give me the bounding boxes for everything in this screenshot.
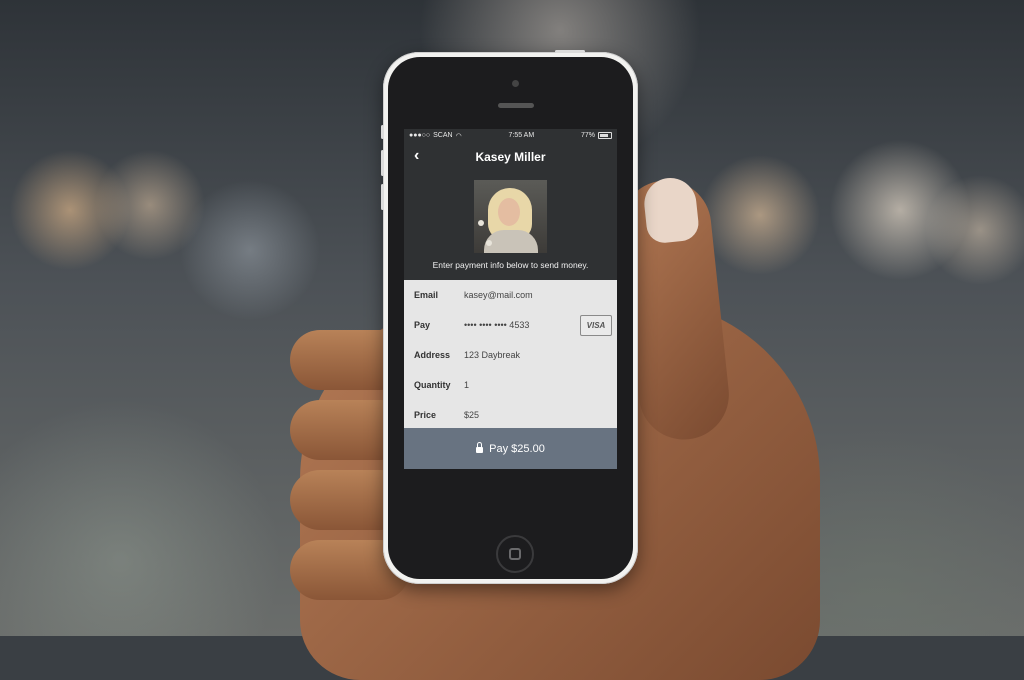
volume-up-button[interactable] <box>381 150 384 176</box>
status-time: 7:55 AM <box>508 132 535 139</box>
app-screen: ●●●○○ SCAN ◠ 7:55 AM 77% ‹ Kasey Miller … <box>404 129 617 469</box>
field-label: Quantity <box>414 380 451 390</box>
chevron-left-icon[interactable]: ‹ <box>414 147 419 165</box>
pay-button[interactable]: Pay $25.00 <box>404 428 617 469</box>
email-field[interactable]: kasey@mail.com <box>464 290 533 300</box>
form-row-price[interactable]: Price $25 <box>404 400 617 430</box>
status-bar: ●●●○○ SCAN ◠ 7:55 AM 77% <box>404 129 617 142</box>
volume-down-button[interactable] <box>381 184 384 210</box>
address-field[interactable]: 123 Daybreak <box>464 350 520 360</box>
earpiece-speaker <box>498 103 534 108</box>
field-label: Pay <box>414 320 431 330</box>
card-number-field[interactable]: •••• •••• •••• 4533 <box>464 320 529 330</box>
signal-dots-icon: ●●●○○ <box>409 132 431 139</box>
mute-switch[interactable] <box>381 125 384 139</box>
front-camera <box>512 80 519 87</box>
quantity-field[interactable]: 1 <box>464 380 469 390</box>
form-row-email[interactable]: Email kasey@mail.com <box>404 280 617 310</box>
home-button[interactable] <box>496 535 534 573</box>
payment-form: Email kasey@mail.com Pay •••• •••• •••• … <box>404 280 617 428</box>
battery-percent: 77% <box>580 132 595 139</box>
carrier-name: SCAN <box>433 132 453 139</box>
price-field[interactable]: $25 <box>464 410 479 420</box>
form-row-address[interactable]: Address 123 Daybreak <box>404 340 617 370</box>
page-title: Kasey Miller <box>475 150 546 164</box>
field-label: Address <box>414 350 451 360</box>
wifi-icon: ◠ <box>455 132 462 140</box>
lock-icon <box>476 442 484 453</box>
field-label: Email <box>414 290 439 300</box>
instruction-text: Enter payment info below to send money. <box>432 260 589 270</box>
power-button[interactable] <box>555 50 585 53</box>
nav-bar: ‹ Kasey Miller <box>404 142 617 172</box>
form-row-pay[interactable]: Pay •••• •••• •••• 4533 VISA <box>404 310 617 340</box>
field-label: Price <box>414 410 437 420</box>
form-row-quantity[interactable]: Quantity 1 <box>404 370 617 400</box>
avatar <box>474 180 547 253</box>
pay-button-label: Pay $25.00 <box>489 442 545 455</box>
battery-icon <box>598 132 612 139</box>
visa-card-icon: VISA <box>580 315 612 336</box>
